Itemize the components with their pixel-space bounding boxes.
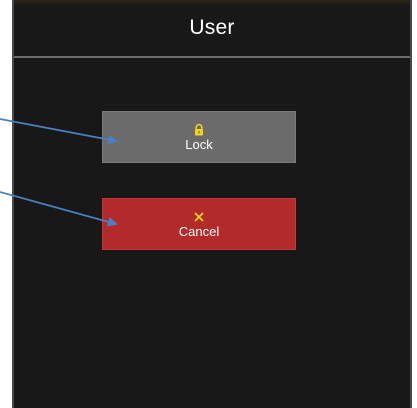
lock-button-label: Lock: [185, 136, 213, 152]
lock-button[interactable]: Lock: [102, 111, 296, 163]
dialog-title: User: [189, 16, 235, 39]
cancel-button[interactable]: Cancel: [102, 198, 296, 250]
screenshot: User Lock Cancel: [0, 0, 417, 408]
close-icon: [194, 212, 204, 221]
cancel-button-label: Cancel: [178, 223, 220, 239]
lock-icon: [195, 123, 203, 135]
dialog-header: User: [14, 0, 410, 58]
